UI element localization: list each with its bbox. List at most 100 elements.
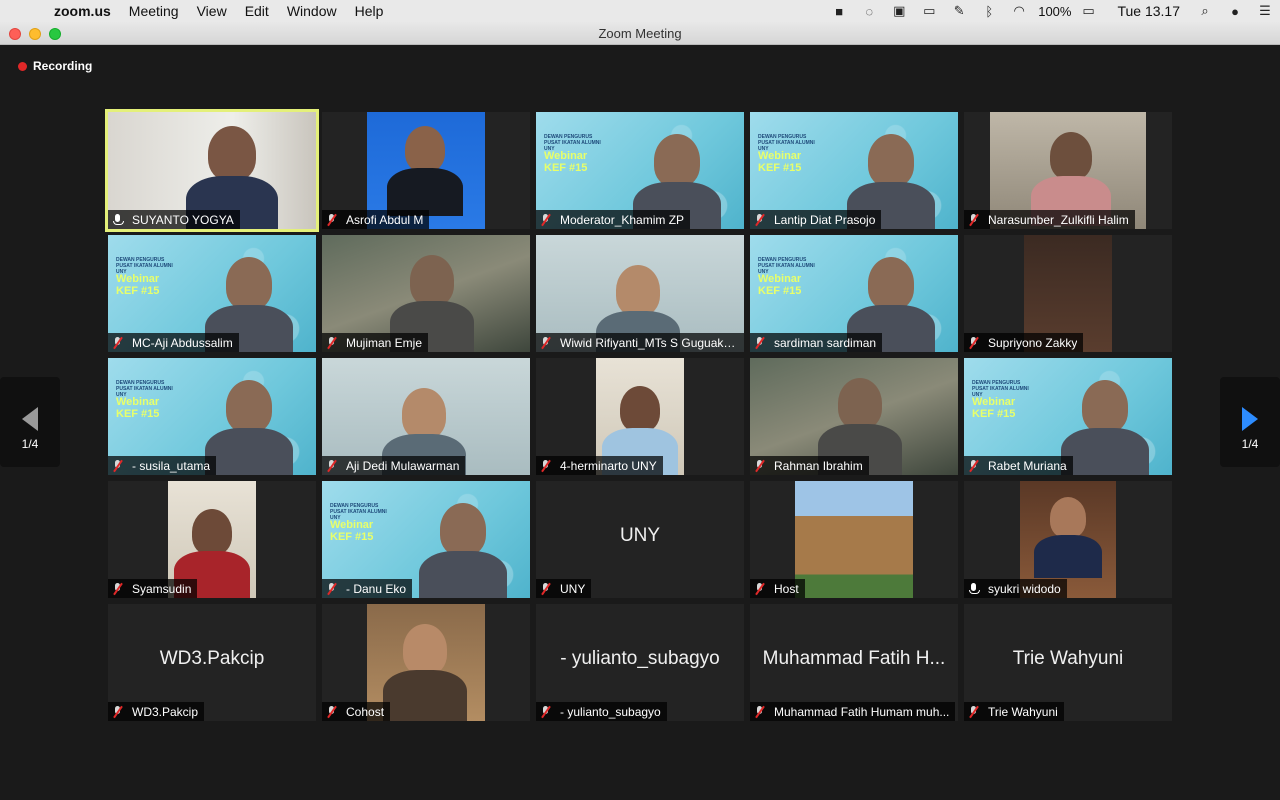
- participant-tile[interactable]: - yulianto_subagyo - yulianto_subagyo: [536, 604, 744, 721]
- wifi-icon[interactable]: ◠: [1008, 3, 1030, 19]
- participant-name-tag: - Danu Eko: [322, 579, 413, 598]
- webinar-banner-title: Webinar KEF #15: [758, 273, 802, 297]
- window-title-bar: Zoom Meeting: [0, 22, 1280, 45]
- previous-page-button[interactable]: 1/4: [0, 377, 60, 467]
- participant-tile[interactable]: DEWAN PENGURUS PUSAT IKATAN ALUMNI UNY We…: [750, 112, 958, 229]
- battery-icon[interactable]: ▭: [1077, 3, 1099, 19]
- participant-name-tag: 4-herminarto UNY: [536, 456, 663, 475]
- participant-name: UNY: [560, 581, 586, 596]
- microphone-muted-icon: [968, 705, 980, 718]
- participant-name-tag: UNY: [536, 579, 592, 598]
- participant-name: Syamsudin: [132, 581, 192, 596]
- participant-tile[interactable]: Cohost: [322, 604, 530, 721]
- microphone-muted-icon: [754, 582, 766, 595]
- participant-tile[interactable]: Trie Wahyuni Trie Wahyuni: [964, 604, 1172, 721]
- microphone-icon: [968, 582, 980, 595]
- window-minimize-button[interactable]: [29, 28, 41, 40]
- microphone-muted-icon: [112, 582, 124, 595]
- participant-name: sardiman sardiman: [774, 335, 877, 350]
- participant-name-tag: MC-Aji Abdussalim: [108, 333, 239, 352]
- participant-tile[interactable]: Narasumber_Zulkifli Halim: [964, 112, 1172, 229]
- participant-tile[interactable]: DEWAN PENGURUS PUSAT IKATAN ALUMNI UNY We…: [322, 481, 530, 598]
- participant-name: syukri widodo: [988, 581, 1061, 596]
- microphone-muted-icon: [968, 336, 980, 349]
- microphone-muted-icon: [540, 582, 552, 595]
- participant-silhouette: [440, 503, 486, 556]
- participant-tile[interactable]: DEWAN PENGURUS PUSAT IKATAN ALUMNI UNY We…: [536, 112, 744, 229]
- participant-tile[interactable]: UNY UNY: [536, 481, 744, 598]
- participant-tile[interactable]: Supriyono Zakky: [964, 235, 1172, 352]
- participant-name: - yulianto_subagyo: [560, 704, 661, 719]
- participant-name-tag: Lantip Diat Prasojo: [750, 210, 882, 229]
- webinar-banner-title: Webinar KEF #15: [544, 150, 588, 174]
- participant-tile[interactable]: DEWAN PENGURUS PUSAT IKATAN ALUMNI UNY We…: [108, 358, 316, 475]
- menu-meeting[interactable]: Meeting: [129, 3, 179, 19]
- page-indicator-right: 1/4: [1241, 437, 1259, 451]
- menu-help[interactable]: Help: [355, 3, 384, 19]
- microphone-muted-icon: [540, 336, 552, 349]
- participant-silhouette: [403, 624, 447, 675]
- chevron-left-icon: [22, 407, 38, 431]
- app-menu[interactable]: zoom.us: [54, 3, 111, 19]
- participant-name: Moderator_Khamim ZP: [560, 212, 685, 227]
- window-fullscreen-button[interactable]: [49, 28, 61, 40]
- menu-window[interactable]: Window: [287, 3, 337, 19]
- participant-tile[interactable]: Rahman Ibrahim: [750, 358, 958, 475]
- menu-view[interactable]: View: [197, 3, 227, 19]
- airplay-icon[interactable]: ▭: [918, 3, 940, 19]
- participant-name-tag: - yulianto_subagyo: [536, 702, 667, 721]
- participant-name-tag: Syamsudin: [108, 579, 198, 598]
- participant-tile[interactable]: Host: [750, 481, 958, 598]
- participant-tile[interactable]: WD3.Pakcip WD3.Pakcip: [108, 604, 316, 721]
- window-close-button[interactable]: [9, 28, 21, 40]
- spotlight-search-icon[interactable]: ⌕: [1194, 3, 1216, 19]
- creative-cloud-icon[interactable]: ◌: [858, 3, 880, 19]
- participant-body: [383, 670, 467, 721]
- participant-silhouette: [226, 380, 272, 433]
- recording-indicator[interactable]: Recording: [18, 59, 92, 73]
- participant-tile[interactable]: Syamsudin: [108, 481, 316, 598]
- participant-tile[interactable]: syukri widodo: [964, 481, 1172, 598]
- microphone-muted-icon: [540, 459, 552, 472]
- participant-name: Wiwid Rifiyanti_MTs S Guguak Bulek: [560, 335, 738, 350]
- microphone-muted-icon: [112, 459, 124, 472]
- participant-tile[interactable]: Wiwid Rifiyanti_MTs S Guguak Bulek: [536, 235, 744, 352]
- participant-tile[interactable]: DEWAN PENGURUS PUSAT IKATAN ALUMNI UNY We…: [108, 235, 316, 352]
- participant-name-tag: Mujiman Emje: [322, 333, 429, 352]
- participant-tile[interactable]: DEWAN PENGURUS PUSAT IKATAN ALUMNI UNY We…: [750, 235, 958, 352]
- participant-name-tag: Supriyono Zakky: [964, 333, 1084, 352]
- siri-icon[interactable]: ●: [1224, 3, 1246, 19]
- participant-name: 4-herminarto UNY: [560, 458, 657, 473]
- participant-tile[interactable]: SUYANTO YOGYA: [105, 109, 319, 232]
- participant-tile[interactable]: DEWAN PENGURUS PUSAT IKATAN ALUMNI UNY We…: [964, 358, 1172, 475]
- participant-name: WD3.Pakcip: [132, 704, 199, 719]
- participant-name-tag: WD3.Pakcip: [108, 702, 205, 721]
- pen-icon[interactable]: ✎: [948, 3, 970, 19]
- participant-name: - Danu Eko: [346, 581, 407, 596]
- zoom-status-icon[interactable]: ■: [828, 3, 850, 19]
- participant-tile[interactable]: Muhammad Fatih H... Muhammad Fatih Humam …: [750, 604, 958, 721]
- participant-name: Host: [774, 581, 799, 596]
- menu-edit[interactable]: Edit: [245, 3, 269, 19]
- participant-silhouette: [1050, 132, 1092, 181]
- participant-body: [1061, 428, 1149, 475]
- participant-name-tag: SUYANTO YOGYA: [108, 210, 240, 229]
- screen-share-icon[interactable]: ▣: [888, 3, 910, 19]
- participant-video: [795, 481, 913, 598]
- microphone-muted-icon: [540, 705, 552, 718]
- webinar-banner-title: Webinar KEF #15: [758, 150, 802, 174]
- participant-silhouette: [405, 126, 445, 172]
- next-page-button[interactable]: 1/4: [1220, 377, 1280, 467]
- participant-tile[interactable]: Aji Dedi Mulawarman: [322, 358, 530, 475]
- participant-body: [205, 428, 293, 475]
- participant-name: Narasumber_Zulkifli Halim: [988, 212, 1129, 227]
- participant-name: Aji Dedi Mulawarman: [346, 458, 460, 473]
- bluetooth-icon[interactable]: ᛒ: [978, 3, 1000, 19]
- participant-tile[interactable]: Mujiman Emje: [322, 235, 530, 352]
- participant-silhouette: [654, 134, 700, 187]
- participant-tile[interactable]: Asrofi Abdul M: [322, 112, 530, 229]
- menu-clock[interactable]: Tue 13.17: [1117, 3, 1180, 19]
- participant-tile[interactable]: 4-herminarto UNY: [536, 358, 744, 475]
- microphone-muted-icon: [754, 705, 766, 718]
- notification-center-icon[interactable]: ☰: [1254, 3, 1276, 19]
